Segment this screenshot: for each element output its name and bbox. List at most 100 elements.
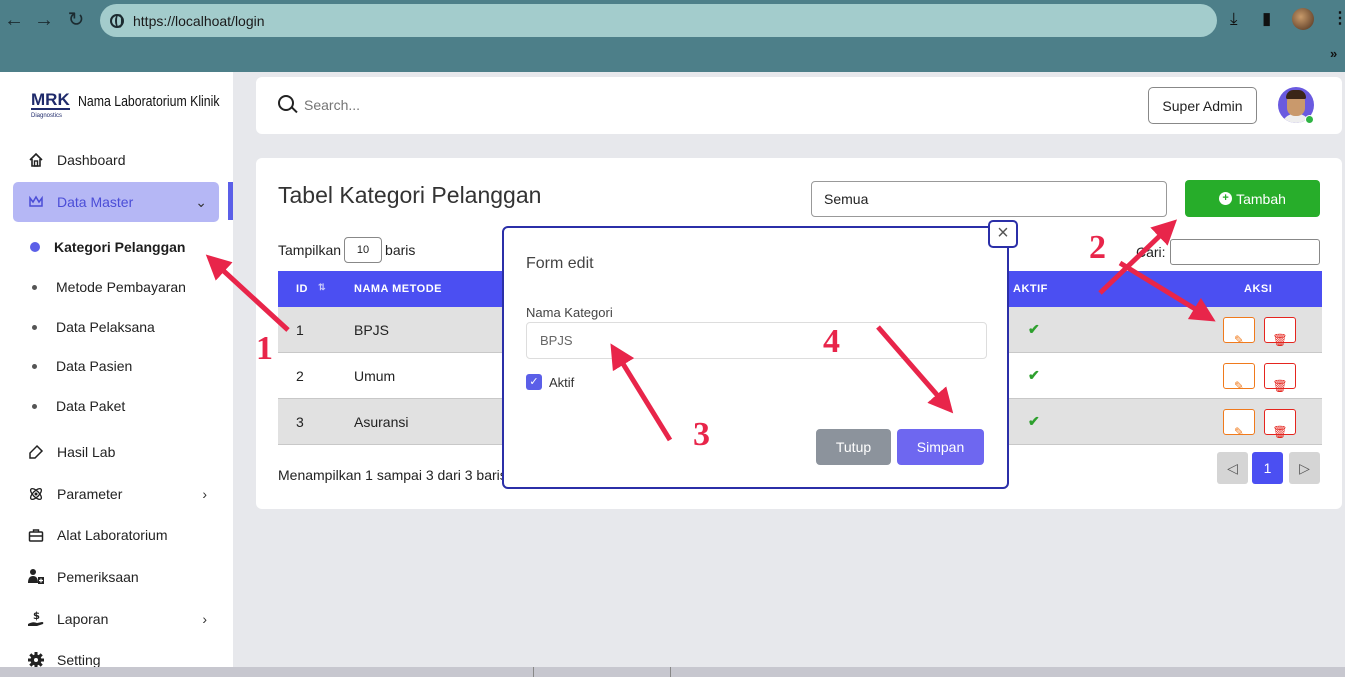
edit-icon: ✎: [1233, 425, 1245, 439]
cell-id: 2: [296, 368, 304, 384]
annotation-number-4: 4: [823, 323, 840, 360]
sidebar: MRK Diagnostics Nama Laboratorium Klinik…: [0, 72, 233, 668]
back-icon[interactable]: ←: [2, 8, 26, 32]
sidebar-item-label: Alat Laboratorium: [57, 527, 168, 543]
top-header: Super Admin: [256, 77, 1342, 134]
triangle-right-icon: ▷: [1299, 459, 1310, 476]
pagination-next-button[interactable]: ▷: [1289, 452, 1320, 484]
sort-icon[interactable]: ⇅: [318, 282, 326, 293]
close-icon[interactable]: ×: [988, 220, 1018, 248]
menu-icon[interactable]: ⋮: [1332, 8, 1345, 28]
eraser-icon: [27, 443, 45, 461]
page-length-select[interactable]: 10: [344, 237, 383, 263]
show-prefix: Tampilkan: [278, 242, 342, 258]
edit-modal: Form edit × Nama Kategori BPJS ✓ Aktif T…: [502, 220, 1018, 489]
browser-toolbar: ← → ↻ https://localhoat/login ⤓ ▮ ⋮ »: [0, 0, 1345, 72]
edit-icon: ✎: [1233, 333, 1245, 347]
sidebar-item-data-master[interactable]: Data Master ⌄: [13, 182, 219, 222]
sidebar-subitem-data-pasien[interactable]: Data Pasien: [32, 358, 132, 374]
delete-button[interactable]: 🗑: [1264, 363, 1296, 393]
bullet-icon: [32, 284, 37, 290]
logo-text: MRK: [31, 90, 70, 110]
sidebar-item-label: Pemeriksaan: [57, 569, 139, 585]
chevron-right-icon: ›: [202, 486, 207, 502]
logo: MRK Diagnostics Nama Laboratorium Klinik: [31, 90, 250, 119]
active-indicator: [228, 182, 233, 220]
download-icon[interactable]: ⤓: [1230, 9, 1238, 29]
filter-value: Semua: [824, 191, 869, 207]
pagination-prev-button[interactable]: ◁: [1217, 452, 1248, 484]
annotation-number-2: 2: [1089, 229, 1106, 266]
chevron-right-icon: ›: [202, 611, 207, 627]
check-icon: ✔: [1028, 321, 1040, 337]
profile-avatar[interactable]: [1292, 8, 1314, 30]
chevron-down-icon: ⌄: [195, 193, 207, 210]
sidebar-item-dashboard[interactable]: Dashboard: [13, 140, 219, 180]
table-search-input[interactable]: [1170, 239, 1320, 265]
modal-title: Form edit: [526, 255, 594, 272]
svg-text:$: $: [33, 611, 40, 622]
sidebar-item-parameter[interactable]: Parameter ›: [13, 474, 219, 514]
column-header-aktif[interactable]: AKTIF: [1013, 283, 1048, 295]
sidebar-item-hasil-lab[interactable]: Hasil Lab: [13, 432, 219, 472]
sidebar-subitem-kategori-pelanggan[interactable]: Kategori Pelanggan: [30, 239, 186, 255]
sidebar-subitem-data-paket[interactable]: Data Paket: [32, 398, 125, 414]
trash-icon: 🗑: [1272, 425, 1288, 439]
sidebar-item-pemeriksaan[interactable]: Pemeriksaan: [13, 557, 219, 597]
address-bar[interactable]: https://localhoat/login: [100, 4, 1217, 37]
sidebar-subitem-label: Kategori Pelanggan: [54, 239, 186, 255]
triangle-left-icon: ◁: [1227, 459, 1238, 476]
atom-icon: [27, 485, 45, 503]
pagination-page-button[interactable]: 1: [1252, 452, 1283, 484]
column-header-nama-metode[interactable]: NAMA METODE: [354, 283, 442, 295]
sidebar-subitem-metode-pembayaran[interactable]: Metode Pembayaran: [32, 279, 186, 295]
table-info: Menampilkan 1 sampai 3 dari 3 baris: [278, 467, 507, 483]
cell-name: Umum: [354, 368, 396, 384]
site-info-icon[interactable]: [110, 13, 124, 28]
sidepanel-icon[interactable]: ▮: [1262, 9, 1271, 29]
sidebar-subitem-label: Data Paket: [56, 398, 126, 414]
forward-icon[interactable]: →: [32, 8, 56, 32]
sidebar-item-label: Hasil Lab: [57, 444, 116, 460]
trash-icon: 🗑: [1272, 333, 1288, 347]
sidebar-item-alat-laboratorium[interactable]: Alat Laboratorium: [13, 515, 219, 555]
edit-button[interactable]: ✎: [1223, 317, 1255, 347]
edit-button[interactable]: ✎: [1223, 363, 1255, 393]
add-button[interactable]: + Tambah: [1185, 180, 1320, 217]
reload-icon[interactable]: ↻: [64, 8, 88, 32]
delete-button[interactable]: 🗑: [1264, 409, 1296, 439]
briefcase-icon: [27, 526, 45, 544]
edit-button[interactable]: ✎: [1223, 409, 1255, 439]
trash-icon: 🗑: [1272, 379, 1288, 393]
cell-name: BPJS: [354, 322, 390, 338]
home-icon: [27, 151, 45, 169]
app-name: Nama Laboratorium Klinik: [77, 93, 220, 110]
close-button[interactable]: Tutup: [816, 429, 891, 465]
annotation-number-3: 3: [693, 416, 710, 453]
status-filter-select[interactable]: Semua: [811, 181, 1167, 217]
sidebar-subitem-data-pelaksana[interactable]: Data Pelaksana: [32, 319, 155, 335]
url-text: https://localhoat/login: [133, 12, 265, 29]
sidebar-item-label: Data Master: [57, 194, 134, 210]
user-role-button[interactable]: Super Admin: [1148, 87, 1257, 124]
bottom-bar: [0, 667, 1345, 677]
category-name-value: BPJS: [540, 333, 573, 348]
add-button-label: Tambah: [1236, 190, 1286, 207]
column-header-id[interactable]: ID: [296, 283, 308, 295]
page-title: Tabel Kategori Pelanggan: [278, 182, 542, 208]
page-length-control: Tampilkan 10 baris: [278, 237, 415, 263]
field-label: Nama Kategori: [526, 305, 613, 320]
sidebar-item-laporan[interactable]: $ Laporan ›: [13, 599, 219, 639]
active-bullet-icon: [30, 242, 40, 252]
sidebar-subitem-label: Data Pasien: [56, 358, 133, 374]
category-name-input[interactable]: BPJS: [526, 322, 987, 359]
search-icon: [278, 95, 294, 111]
check-icon: ✔: [1028, 413, 1040, 429]
sidebar-item-label: Laporan: [57, 611, 109, 627]
search-input[interactable]: [304, 91, 494, 119]
delete-button[interactable]: 🗑: [1264, 317, 1296, 347]
save-button[interactable]: Simpan: [897, 429, 984, 465]
plus-circle-icon: +: [1219, 192, 1233, 205]
active-checkbox[interactable]: ✓: [526, 374, 542, 390]
chevron-double-right-icon[interactable]: »: [1330, 46, 1337, 61]
